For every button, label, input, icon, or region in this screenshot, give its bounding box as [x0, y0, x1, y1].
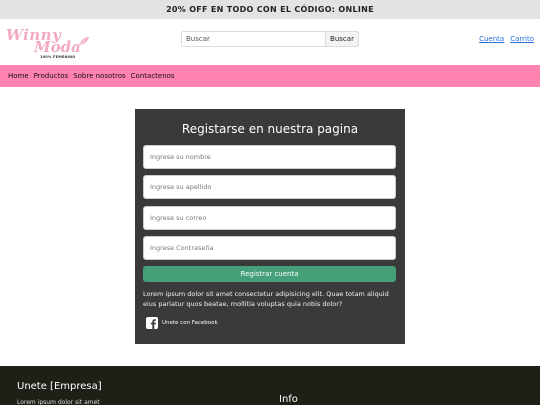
facebook-signup-label: Unete con Facebook: [162, 319, 218, 326]
brand-logo-line2: Moda: [34, 38, 81, 56]
search-input[interactable]: [181, 31, 325, 47]
site-footer: Unete [Empresa] Lorem ipsum dolor sit am…: [0, 366, 540, 406]
form-title: Registarse en nuestra pagina: [181, 122, 359, 136]
name-field[interactable]: [143, 145, 396, 169]
nav-item-productos[interactable]: Productos: [34, 72, 69, 80]
nav-item-contactenos[interactable]: Contactenos: [131, 72, 175, 80]
brand-tagline: 100% FEMENINO: [40, 55, 76, 59]
brand-logo[interactable]: Winny Moda 100% FEMENINO: [6, 26, 92, 60]
search-button[interactable]: Buscar: [325, 31, 359, 47]
promo-banner: 20% OFF EN TODO CON EL CÓDIGO: ONLINE: [0, 0, 540, 19]
account-link[interactable]: Cuenta: [479, 35, 504, 43]
footer-info-title: Info: [279, 394, 298, 405]
nav-item-sobre-nosotros[interactable]: Sobre nosotros: [73, 72, 125, 80]
site-header: Winny Moda 100% FEMENINO Buscar Cuenta C…: [0, 19, 540, 65]
nav-item-home[interactable]: Home: [8, 72, 29, 80]
main-nav: Home Productos Sobre nosotros Contacteno…: [0, 65, 540, 87]
facebook-signup[interactable]: Unete con Facebook: [146, 316, 218, 329]
email-field[interactable]: [143, 206, 396, 230]
leaf-icon: [78, 37, 89, 46]
register-button[interactable]: Registrar cuenta: [143, 266, 396, 282]
form-description: Lorem ipsum dolor sit amet consectetur a…: [143, 290, 389, 308]
facebook-icon: [146, 316, 158, 329]
search-bar: Buscar: [181, 31, 359, 47]
cart-link[interactable]: Carrito: [510, 35, 534, 43]
register-form: Registarse en nuestra pagina Registrar c…: [135, 109, 405, 344]
header-links: Cuenta Carrito: [479, 35, 534, 43]
footer-title: Unete [Empresa]: [17, 381, 102, 392]
lastname-field[interactable]: [143, 175, 396, 199]
password-field[interactable]: [143, 236, 396, 260]
